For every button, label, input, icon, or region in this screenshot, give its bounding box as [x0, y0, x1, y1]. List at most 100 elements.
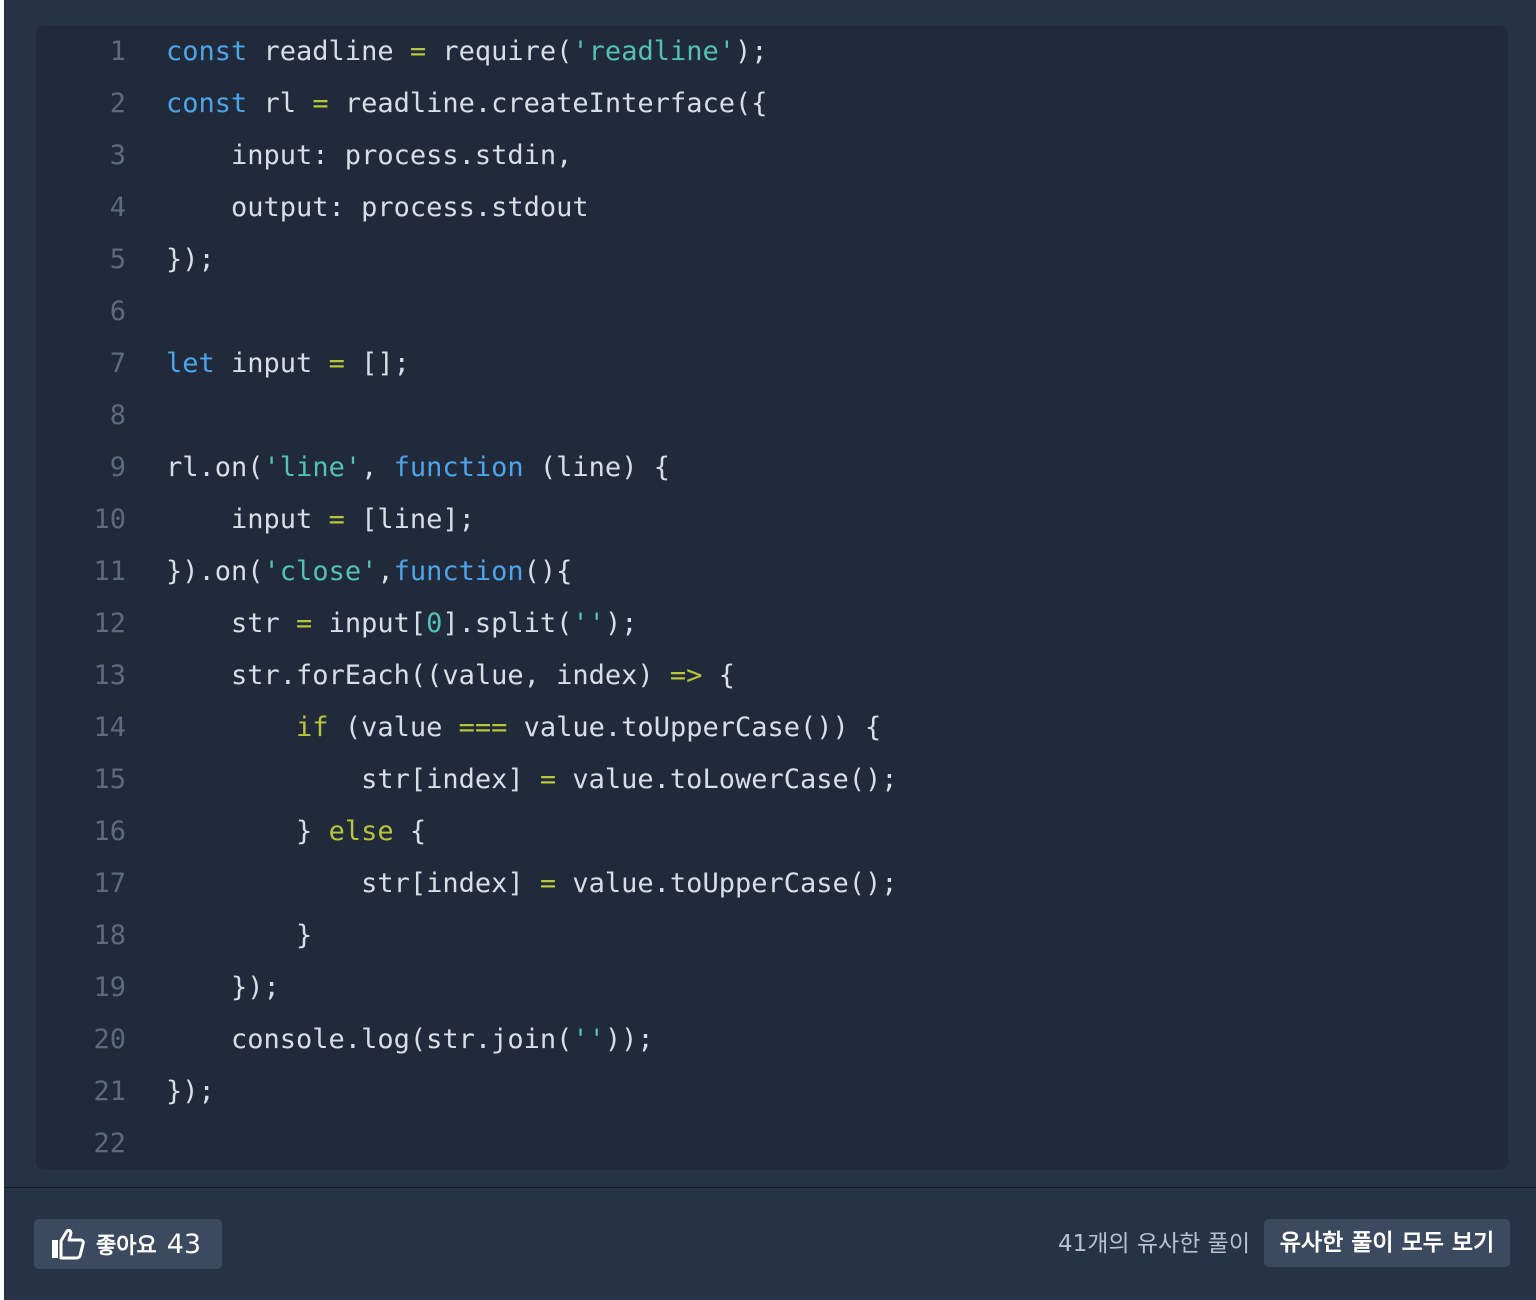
code-token: , [361, 452, 394, 483]
code-line: 19 }); [36, 962, 1508, 1014]
line-number: 3 [109, 140, 126, 171]
code-line: 15 str[index] = value.toLowerCase(); [36, 754, 1508, 806]
code-line: 9 rl.on('line', function (line) { [36, 442, 1508, 494]
code-token: value.toUpperCase(); [556, 868, 898, 899]
code-token: console.log(str.join( [166, 1024, 573, 1055]
code-token: input: process.stdin, [166, 140, 573, 171]
line-number: 5 [109, 244, 126, 275]
code-line: 2 const rl = readline.createInterface({ [36, 78, 1508, 130]
like-count: 43 [166, 1228, 202, 1260]
code-token-str: 'readline' [572, 36, 735, 67]
code-token-ctl: if [296, 712, 329, 743]
code-line: 21}); [36, 1066, 1508, 1118]
footer-divider [4, 1187, 1536, 1188]
code-text: }); [166, 234, 215, 286]
code-text: if (value === value.toUpperCase()) { [166, 702, 881, 754]
solution-card: 1 const readline = require('readline'); 2 c… [4, 0, 1536, 1300]
code-line: 12 str = input[0].split(''); [36, 598, 1508, 650]
line-number: 14 [93, 712, 126, 743]
code-token-ctl: else [328, 816, 394, 847]
line-number: 21 [93, 1076, 126, 1107]
code-text: console.log(str.join('')); [166, 1014, 654, 1066]
code-token-op: => [669, 660, 703, 691]
code-text: str = input[0].split(''); [166, 598, 637, 650]
code-token: []; [344, 348, 410, 379]
code-line: 14 if (value === value.toUpperCase()) { [36, 702, 1508, 754]
line-number: 17 [93, 868, 126, 899]
line-number: 1 [109, 36, 126, 67]
code-line: 3 input: process.stdin, [36, 130, 1508, 182]
line-number: 13 [93, 660, 126, 691]
code-token: str[index] [166, 764, 540, 795]
line-number: 18 [93, 920, 126, 951]
line-number: 16 [93, 816, 126, 847]
code-text: }).on('close',function(){ [166, 546, 572, 598]
code-text: str[index] = value.toUpperCase(); [166, 858, 898, 910]
code-token-kw: function [393, 556, 524, 587]
code-line: 10 input = [line]; [36, 494, 1508, 546]
code-token-str: 'line' [263, 452, 362, 483]
code-token: { [393, 816, 427, 847]
code-token-kw: function [393, 452, 524, 483]
code-line: 18 } [36, 910, 1508, 962]
code-text: } else { [166, 806, 426, 858]
code-text: output: process.stdout [166, 182, 589, 234]
code-token: , [377, 556, 394, 587]
line-number: 12 [93, 608, 126, 639]
code-token: ); [604, 608, 638, 639]
like-label: 좋아요 [96, 1234, 157, 1259]
code-token: rl.on( [166, 452, 264, 483]
code-text: input = [line]; [166, 494, 475, 546]
code-token: input [166, 504, 329, 535]
code-token-str: 'close' [263, 556, 378, 587]
code-line: 1 const readline = require('readline'); [36, 26, 1508, 78]
line-number: 7 [109, 348, 126, 379]
code-token: readline.createInterface({ [328, 88, 768, 119]
code-line: 7 let input = []; [36, 338, 1508, 390]
code-line: 5}); [36, 234, 1508, 286]
code-line: 11}).on('close',function(){ [36, 546, 1508, 598]
code-token: rl [247, 88, 313, 119]
line-number: 9 [109, 452, 126, 483]
code-token: value.toUpperCase()) { [507, 712, 882, 743]
code-line: 6 [36, 286, 1508, 338]
code-line: 16 } else { [36, 806, 1508, 858]
code-token: readline [247, 36, 410, 67]
code-text: let input = []; [166, 338, 410, 390]
line-number: 10 [93, 504, 126, 535]
code-token: ].split( [442, 608, 573, 639]
code-token-op: = [296, 608, 313, 639]
code-text: const readline = require('readline'); [166, 26, 768, 78]
code-token: value.toLowerCase(); [556, 764, 898, 795]
code-token-str: '' [572, 1024, 605, 1055]
line-number: 8 [109, 400, 126, 431]
like-button[interactable]: 좋아요 43 [34, 1219, 222, 1269]
code-token-kw: const [166, 88, 248, 119]
similar-solutions-count: 41개의 유사한 풀이 [1057, 1231, 1250, 1257]
code-token: }).on( [166, 556, 264, 587]
code-token: str [166, 608, 297, 639]
line-number: 19 [93, 972, 126, 1003]
code-text: }); [166, 962, 280, 1014]
code-token-kw: let [166, 348, 215, 379]
code-line: 8 [36, 390, 1508, 442]
code-line: 17 str[index] = value.toUpperCase(); [36, 858, 1508, 910]
line-number: 6 [109, 296, 126, 327]
code-token-op: = [539, 868, 557, 899]
code-token: (){ [523, 556, 573, 587]
view-all-similar-button[interactable]: 유사한 풀이 모두 보기 [1264, 1219, 1510, 1267]
code-token-op: = [539, 764, 557, 795]
code-token-num: 0 [426, 608, 443, 639]
code-token: ); [734, 36, 768, 67]
code-text: rl.on('line', function (line) { [166, 442, 670, 494]
code-text: input: process.stdin, [166, 130, 572, 182]
code-token: )); [604, 1024, 654, 1055]
code-token: }); [166, 244, 215, 275]
code-token: input [214, 348, 329, 379]
code-token: }); [166, 1076, 215, 1107]
line-number: 2 [109, 88, 126, 119]
code-line: 13 str.forEach((value, index) => { [36, 650, 1508, 702]
code-text: const rl = readline.createInterface({ [166, 78, 767, 130]
line-number: 22 [93, 1128, 126, 1159]
